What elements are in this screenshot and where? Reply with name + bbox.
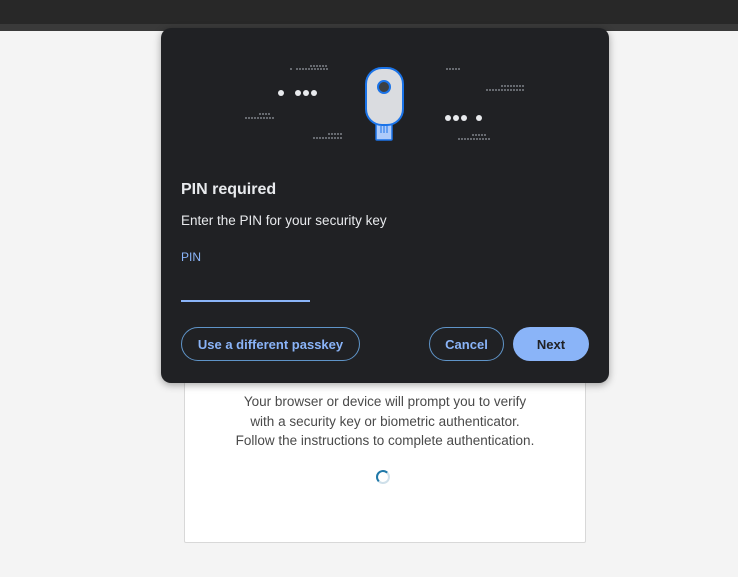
next-button[interactable]: Next bbox=[513, 327, 589, 361]
authentication-instructions: Your browser or device will prompt you t… bbox=[185, 392, 585, 451]
cancel-button[interactable]: Cancel bbox=[429, 327, 504, 361]
security-key-icon bbox=[365, 67, 404, 141]
browser-toolbar bbox=[0, 0, 738, 24]
pin-input[interactable] bbox=[181, 268, 310, 302]
instruction-line-2: with a security key or biometric authent… bbox=[250, 413, 520, 429]
dialog-description: Enter the PIN for your security key bbox=[181, 213, 387, 228]
instruction-line-3: Follow the instructions to complete auth… bbox=[235, 433, 535, 448]
instruction-line-1: Your browser or device will prompt you t… bbox=[243, 394, 527, 409]
authentication-card: Your browser or device will prompt you t… bbox=[184, 360, 586, 543]
security-key-illustration bbox=[245, 65, 524, 141]
use-different-passkey-button[interactable]: Use a different passkey bbox=[181, 327, 360, 361]
dialog-title: PIN required bbox=[181, 181, 277, 198]
loading-spinner-icon bbox=[376, 470, 390, 484]
pin-dialog: PIN required Enter the PIN for your secu… bbox=[161, 28, 609, 383]
pin-field-label: PIN bbox=[181, 250, 202, 264]
